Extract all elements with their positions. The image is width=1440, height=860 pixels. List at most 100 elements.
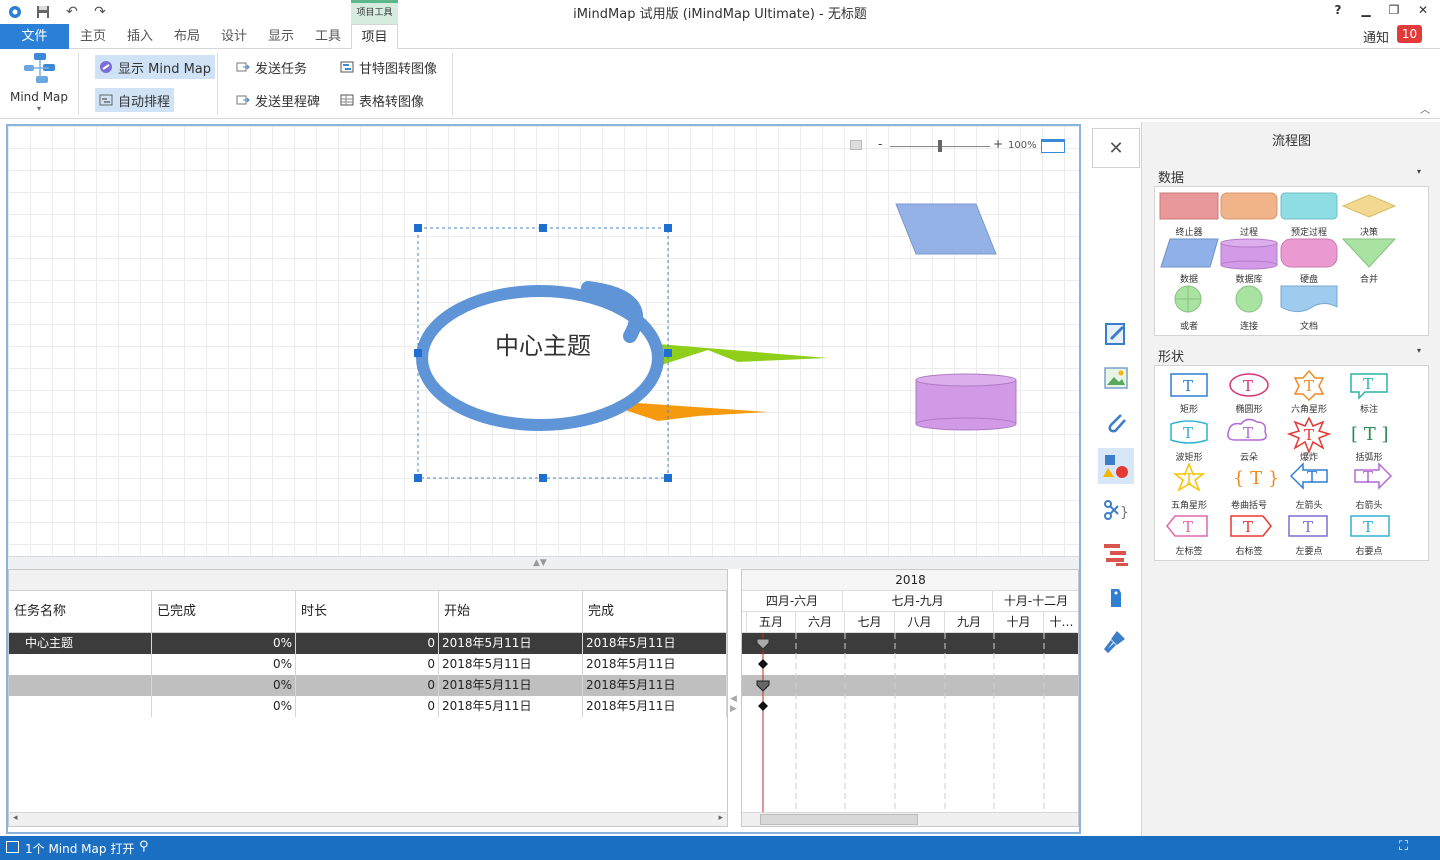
shape-section-chevron-icon[interactable]: ▾ xyxy=(1417,346,1421,355)
notify-badge[interactable]: 10 xyxy=(1397,25,1422,43)
brush-icon[interactable] xyxy=(1098,622,1134,658)
table-header: 任务名称 已完成 时长 开始 完成 xyxy=(9,591,727,633)
svg-text:{ T }: { T } xyxy=(1233,468,1279,489)
col-start[interactable]: 开始 xyxy=(439,591,583,633)
cell-end[interactable]: 2018年5月11日 xyxy=(583,696,727,717)
panel-title: 流程图 xyxy=(1271,134,1311,149)
col-end[interactable]: 完成 xyxy=(583,591,727,633)
mindmap-button[interactable]: Mind Map ▾ xyxy=(8,51,70,115)
svg-text:T: T xyxy=(1363,468,1373,486)
col-duration[interactable]: 时长 xyxy=(296,591,439,633)
cell-done[interactable]: 0% xyxy=(152,696,296,717)
cell-end[interactable]: 2018年5月11日 xyxy=(583,633,727,654)
shapes-grid: T T T T T T T [ T ] T { T } T T T T T T … xyxy=(1154,365,1429,561)
cell-done[interactable]: 0% xyxy=(152,675,296,696)
splitter[interactable]: ▲▼ xyxy=(8,556,1079,569)
show-mindmap-button[interactable]: 显示 Mind Map xyxy=(95,55,216,79)
restore-button[interactable]: ❐ xyxy=(1382,3,1406,21)
gantt-h-scrollbar[interactable] xyxy=(742,812,1078,826)
minimize-button[interactable]: ▁ xyxy=(1354,3,1378,21)
notes-icon[interactable] xyxy=(1098,316,1134,352)
svg-text:}: } xyxy=(1120,505,1129,521)
svg-text:T: T xyxy=(1363,518,1373,536)
shapes-icon[interactable] xyxy=(1098,448,1134,484)
gantt-icon[interactable] xyxy=(1098,536,1134,572)
clip-icon[interactable]: } xyxy=(1098,492,1134,528)
cell-name[interactable]: 中心主题 xyxy=(9,633,152,654)
table-image-icon xyxy=(340,94,354,106)
cell-name[interactable] xyxy=(9,696,152,717)
cylinder-shape xyxy=(915,373,1017,431)
svg-text:T: T xyxy=(1183,424,1193,442)
tag-icon[interactable] xyxy=(1098,580,1134,616)
close-panel-button[interactable]: ✕ xyxy=(1092,128,1140,168)
cell-start[interactable]: 2018年5月11日 xyxy=(439,633,583,654)
table-row[interactable]: 中心主题 0% 0 2018年5月11日 2018年5月11日 xyxy=(9,633,727,654)
table-to-image-button[interactable]: 表格转图像 xyxy=(336,88,428,112)
branch-green xyxy=(658,344,828,366)
splitter-grip-icon[interactable]: ▲▼ xyxy=(533,558,547,568)
tab-home[interactable]: 主页 xyxy=(72,24,114,49)
status-bar: 1个 Mind Map 打开 ⚲ ⛶ xyxy=(0,836,1440,860)
svg-text:T: T xyxy=(1183,377,1193,395)
gantt-bars xyxy=(742,633,1078,813)
cell-name[interactable] xyxy=(9,675,152,696)
tab-layout[interactable]: 布局 xyxy=(166,24,208,49)
table-h-scrollbar[interactable]: ◂ ▸ xyxy=(9,812,727,826)
cell-end[interactable]: 2018年5月11日 xyxy=(583,675,727,696)
table-row[interactable]: 0% 0 2018年5月11日 2018年5月11日 xyxy=(9,654,727,675)
notify-label[interactable]: 通知 xyxy=(1363,27,1389,46)
gantt-month: 七月 xyxy=(845,612,895,633)
cell-duration[interactable]: 0 xyxy=(296,633,439,654)
cell-start[interactable]: 2018年5月11日 xyxy=(439,675,583,696)
table-to-image-label: 表格转图像 xyxy=(359,94,425,110)
cell-duration[interactable]: 0 xyxy=(296,654,439,675)
side-toolbar: ✕ } xyxy=(1092,126,1140,834)
gantt-to-image-button[interactable]: 甘特图转图像 xyxy=(336,55,441,79)
cell-done[interactable]: 0% xyxy=(152,633,296,654)
cell-duration[interactable]: 0 xyxy=(296,675,439,696)
pane-splitter-icon[interactable]: ◀ ▶ xyxy=(730,694,737,714)
send-task-button[interactable]: 发送任务 xyxy=(232,55,311,79)
schedule-icon xyxy=(99,94,113,106)
fullscreen-icon[interactable]: ⛶ xyxy=(1399,839,1408,854)
table-row[interactable]: 0% 0 2018年5月11日 2018年5月11日 xyxy=(9,675,727,696)
send-milestone-button[interactable]: 发送里程碑 xyxy=(232,88,324,112)
help-button[interactable]: ? xyxy=(1326,3,1350,21)
tab-tools[interactable]: 工具 xyxy=(307,24,349,49)
svg-text:T: T xyxy=(1243,518,1253,536)
ribbon: Mind Map ▾ 显示 Mind Map 自动排程 发送任务 发送里程碑 甘… xyxy=(0,49,1440,119)
tab-project[interactable]: 项目 xyxy=(351,24,398,50)
shape-section-title[interactable]: 形状 xyxy=(1158,346,1184,365)
collapse-ribbon-icon[interactable]: ︿ xyxy=(1420,101,1430,116)
tab-insert[interactable]: 插入 xyxy=(119,24,161,49)
cell-duration[interactable]: 0 xyxy=(296,696,439,717)
cell-start[interactable]: 2018年5月11日 xyxy=(439,696,583,717)
data-section-title[interactable]: 数据 xyxy=(1158,167,1184,186)
data-section-chevron-icon[interactable]: ▾ xyxy=(1417,167,1421,176)
flowchart-panel: 流程图 数据 ▾ 终止器 过程 预定过程 决策 数据 数据库 硬盘 合并 或者 … xyxy=(1141,122,1440,836)
close-button[interactable]: ✕ xyxy=(1411,3,1435,21)
auto-schedule-button[interactable]: 自动排程 xyxy=(95,88,175,112)
col-done[interactable]: 已完成 xyxy=(152,591,296,633)
cell-end[interactable]: 2018年5月11日 xyxy=(583,654,727,675)
send-milestone-icon xyxy=(236,95,250,105)
tab-file[interactable]: 文件 xyxy=(0,24,69,49)
cell-done[interactable]: 0% xyxy=(152,654,296,675)
send-milestone-label: 发送里程碑 xyxy=(255,94,321,110)
mindmap-canvas[interactable]: - + 100% 中心主题 xyxy=(8,126,1079,556)
central-topic-text[interactable]: 中心主题 xyxy=(448,326,638,361)
col-task-name[interactable]: 任务名称 xyxy=(9,591,152,633)
gantt-month: 八月 xyxy=(895,612,945,633)
pin-icon[interactable]: ⚲ xyxy=(139,839,149,854)
cell-name[interactable] xyxy=(9,654,152,675)
cell-start[interactable]: 2018年5月11日 xyxy=(439,654,583,675)
attachment-icon[interactable] xyxy=(1098,404,1134,440)
gantt-scroll-thumb[interactable] xyxy=(760,814,918,825)
show-mindmap-label: 显示 Mind Map xyxy=(118,61,212,77)
tab-view[interactable]: 显示 xyxy=(260,24,302,49)
tab-design[interactable]: 设计 xyxy=(213,24,255,49)
task-table: 任务名称 已完成 时长 开始 完成 中心主题 0% 0 2018年5月11日 2… xyxy=(8,569,728,827)
image-icon[interactable] xyxy=(1098,360,1134,396)
table-row[interactable]: 0% 0 2018年5月11日 2018年5月11日 xyxy=(9,696,727,717)
